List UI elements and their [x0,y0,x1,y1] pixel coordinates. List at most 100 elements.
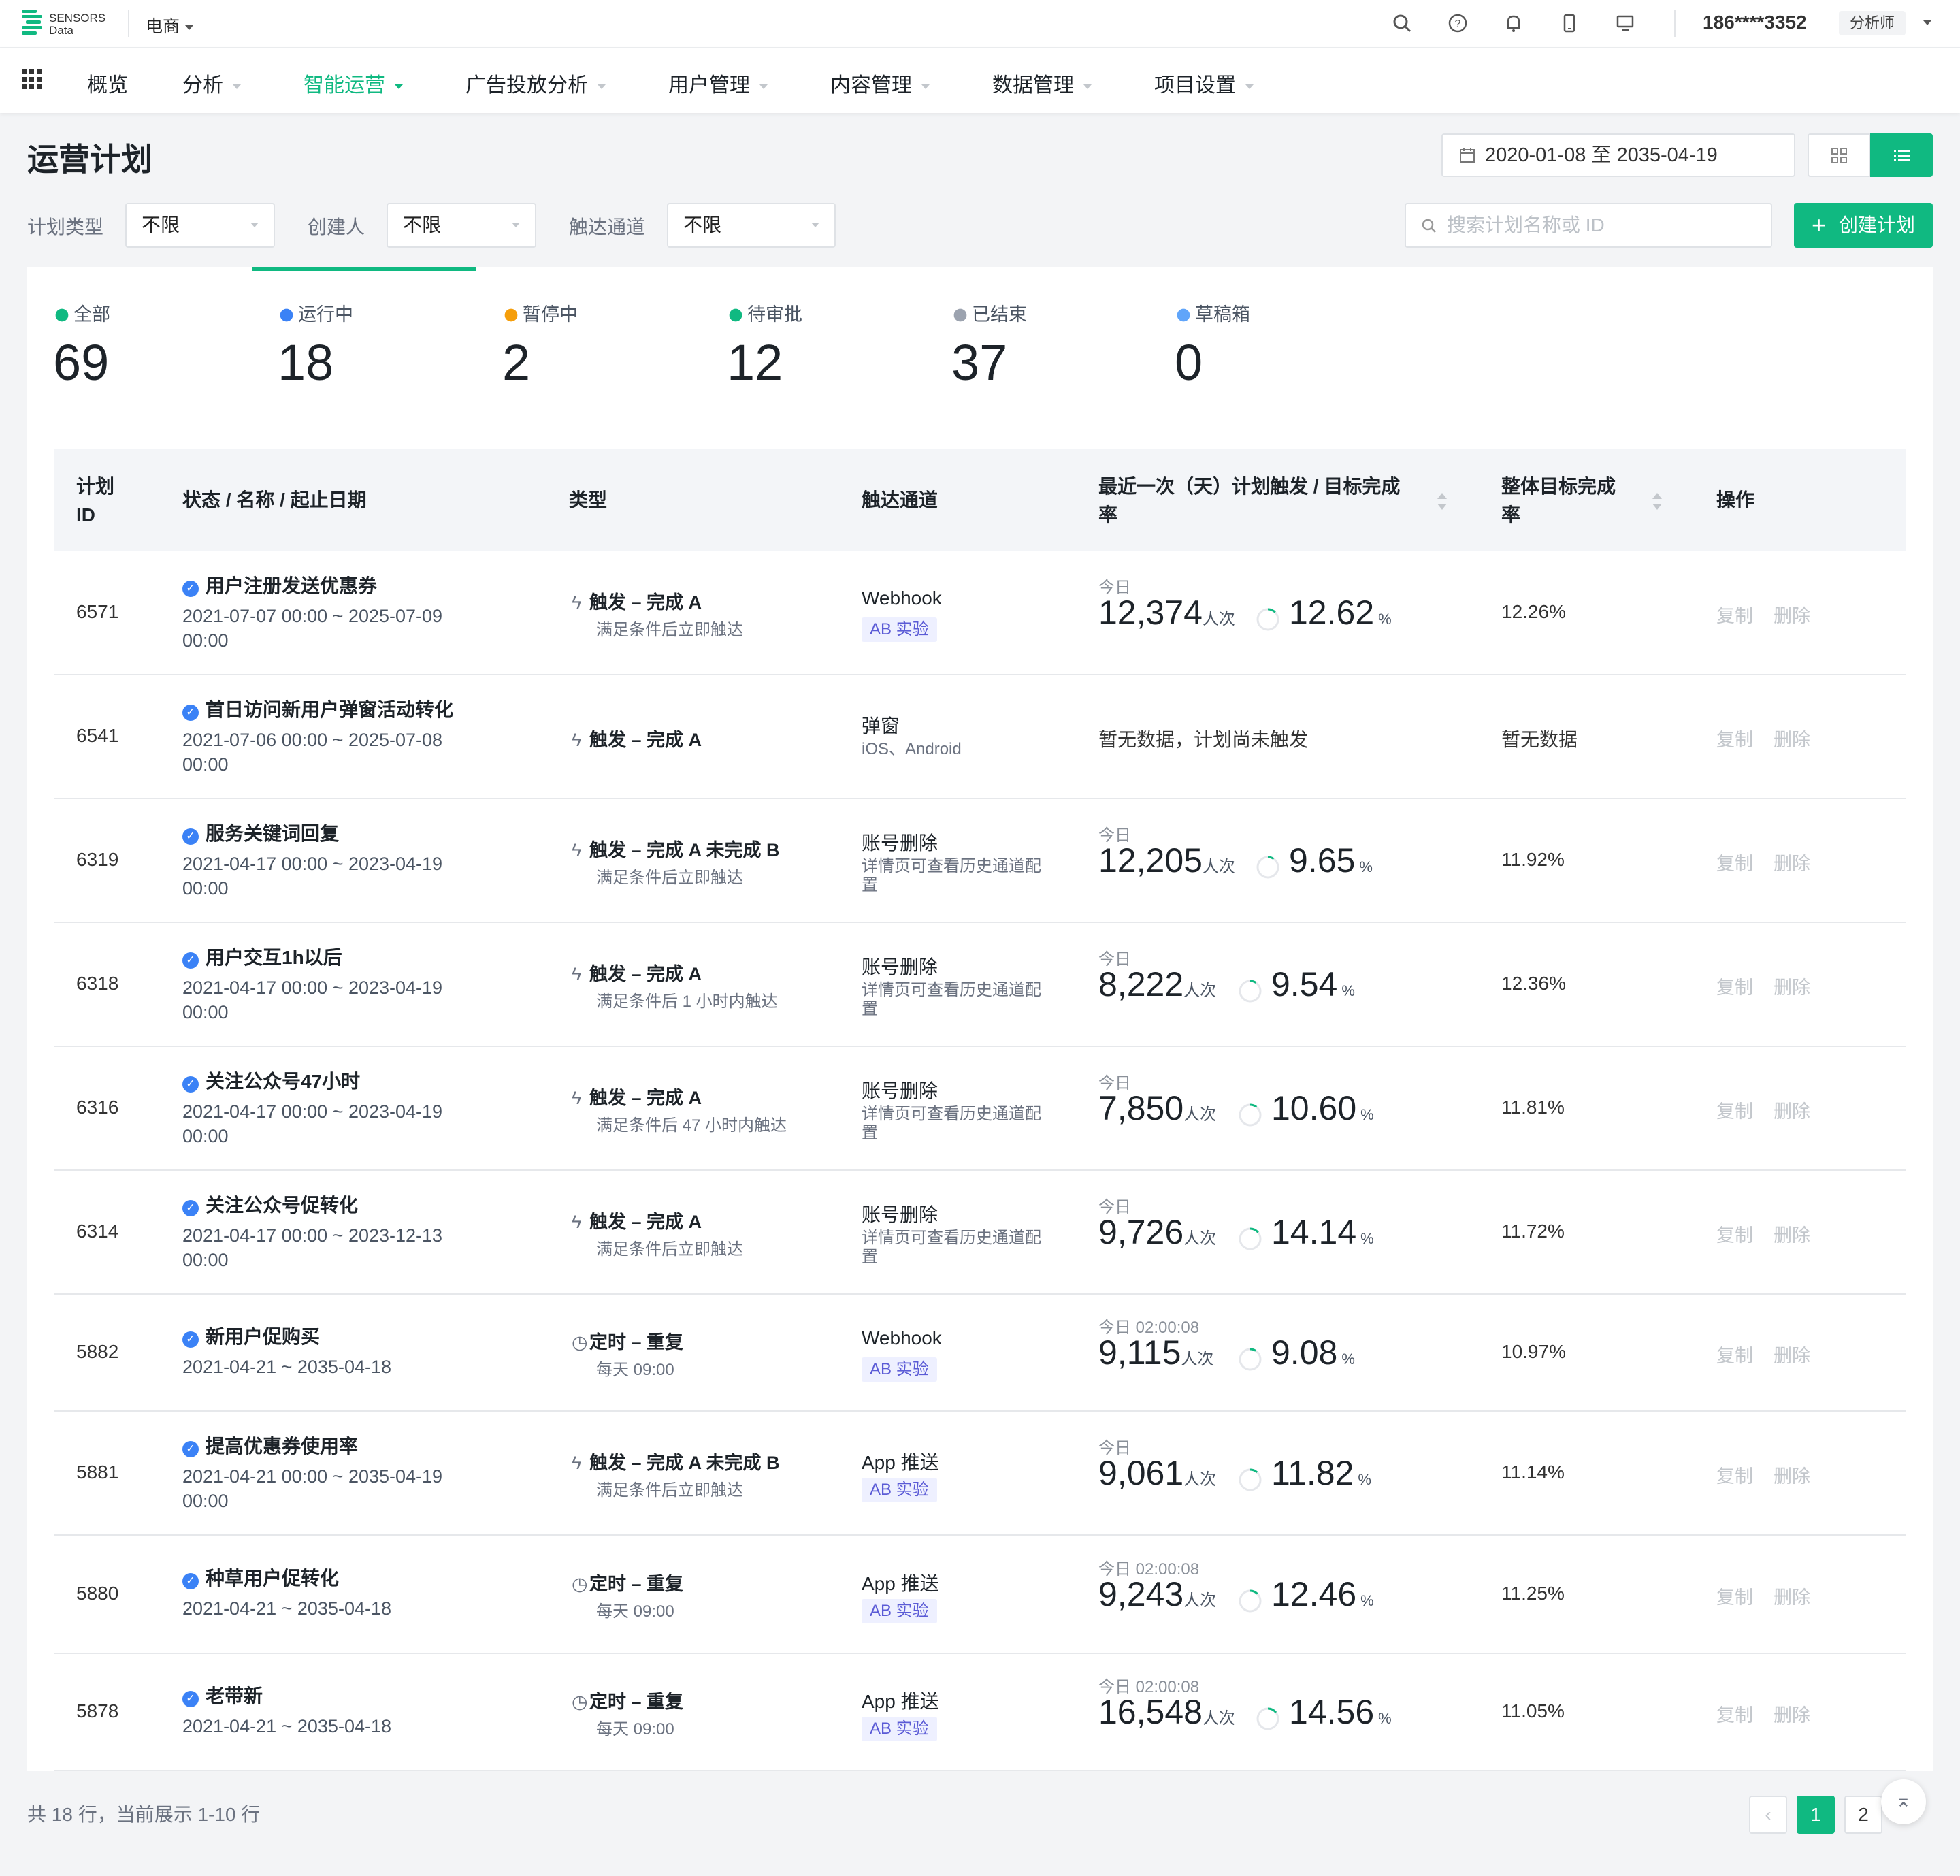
bell-icon[interactable] [1501,11,1526,35]
delete-button[interactable]: 删除 [1774,977,1810,998]
plan-name-link[interactable]: ✓ 提高优惠券使用率 [182,1432,358,1459]
menu-item-5[interactable]: 内容管理 [830,68,930,98]
copy-button[interactable]: 复制 [1716,1225,1753,1246]
help-icon[interactable]: ? [1446,11,1470,35]
copy-button[interactable]: 复制 [1716,1587,1753,1608]
plan-name-link[interactable]: ✓ 关注公众号47小时 [182,1067,360,1094]
menu-item-3[interactable]: 广告投放分析 [466,68,606,98]
menu-item-label: 分析 [182,74,223,97]
plan-id: 6318 [76,973,119,994]
row-actions: 复制 删除 [1716,973,1831,999]
menu-item-label: 概览 [87,74,128,97]
delete-button[interactable]: 删除 [1774,1101,1810,1122]
trigger-count-value: 7,850 [1098,1089,1184,1127]
date-line: 2021-04-21 ~ 2035-04-18 [182,1357,391,1377]
prev-page-button[interactable]: ‹ [1749,1796,1787,1834]
copy-button[interactable]: 复制 [1716,606,1753,626]
date-range-picker[interactable]: 2020-01-08 至 2035-04-19 [1441,133,1795,177]
page-1-button[interactable]: 1 [1797,1796,1835,1834]
search-input[interactable]: 搜索计划名称或 ID [1405,203,1772,248]
trigger-count: 8,222人次 [1098,965,1216,1004]
tab-3[interactable]: 待审批 [728,300,802,326]
tab-2[interactable]: 暂停中 [504,300,578,326]
plan-name-link[interactable]: ✓ 老带新 [182,1681,263,1709]
table-row: 5881 ✓ 提高优惠券使用率 2021-04-21 00:00 ~ 2035-04-… [54,1412,1906,1536]
menu-item-0[interactable]: 概览 [87,68,128,98]
app-grid-icon[interactable] [22,69,42,90]
date-line: 00:00 [182,754,229,775]
channel-select[interactable]: 不限 [667,203,836,248]
delete-button[interactable]: 删除 [1774,1466,1810,1487]
plan-name-link[interactable]: ✓ 首日访问新用户弹窗活动转化 [182,695,453,722]
copy-button[interactable]: 复制 [1716,977,1753,998]
menu-item-6[interactable]: 数据管理 [992,68,1092,98]
percent-unit: % [1378,1710,1392,1727]
back-to-top-button[interactable]: ⌅ [1881,1779,1926,1824]
plan-name-link[interactable]: ✓ 服务关键词回复 [182,819,339,846]
plus-icon: + [1812,211,1827,239]
tab-label: 已结束 [972,304,1027,325]
list-view-button[interactable] [1870,133,1933,177]
plan-id: 6316 [76,1097,119,1118]
tab-0[interactable]: 全部 [54,300,110,326]
plan-name-link[interactable]: ✓ 用户交互1h以后 [182,943,342,970]
delete-button[interactable]: 删除 [1774,1705,1810,1726]
delete-button[interactable]: 删除 [1774,730,1810,750]
goal-completion-value: 12.62 [1289,594,1375,632]
tab-4[interactable]: 已结束 [953,300,1027,326]
menu-item-1[interactable]: 分析 [182,68,241,98]
menu-item-2[interactable]: 智能运营 [304,68,403,98]
channel-desc-line: 详情页可查看历史通道配 [862,1229,1041,1247]
copy-button[interactable]: 复制 [1716,730,1753,750]
menu-item-label: 用户管理 [668,74,750,97]
plan-name-link[interactable]: ✓ 种草用户促转化 [182,1564,339,1591]
creator-select[interactable]: 不限 [387,203,536,248]
trigger-count-value: 9,243 [1098,1575,1184,1613]
row-actions: 复制 删除 [1716,725,1831,751]
sort-overall-icon[interactable] [1652,493,1662,512]
tab-1[interactable]: 运行中 [279,300,353,326]
page-2-button[interactable]: 2 [1844,1796,1882,1834]
monitor-icon[interactable] [1613,11,1637,35]
delete-button[interactable]: 删除 [1774,606,1810,626]
copy-button[interactable]: 复制 [1716,854,1753,874]
tab-5[interactable]: 草稿箱 [1176,300,1250,326]
plan-type-select[interactable]: 不限 [125,203,275,248]
delete-button[interactable]: 删除 [1774,1346,1810,1366]
channel-name: 账号删除 [862,832,938,854]
delete-button[interactable]: 删除 [1774,1587,1810,1608]
plan-name-link[interactable]: ✓ 用户注册发送优惠券 [182,571,377,598]
menu-item-4[interactable]: 用户管理 [668,68,768,98]
plan-name-link[interactable]: ✓ 新用户促购买 [182,1322,320,1349]
user-menu-chevron-icon[interactable] [1923,20,1931,25]
plan-name-link[interactable]: ✓ 关注公众号促转化 [182,1191,358,1218]
date-line: 00:00 [182,1250,229,1270]
plan-type: ϟ 触发 – 完成 A [572,725,702,751]
copy-button[interactable]: 复制 [1716,1466,1753,1487]
trigger-count-unit: 人次 [1202,1709,1235,1728]
copy-button[interactable]: 复制 [1716,1101,1753,1122]
user-account[interactable]: 186****3352 [1703,12,1807,33]
channel-desc-line: 详情页可查看历史通道配 [862,857,1041,875]
copy-button[interactable]: 复制 [1716,1705,1753,1726]
card-view-button[interactable] [1808,133,1870,177]
delete-button[interactable]: 删除 [1774,1225,1810,1246]
bolt-icon: ϟ [572,964,582,984]
plan-type: ◷定时 – 重复 [572,1569,683,1596]
menu-item-7[interactable]: 项目设置 [1154,68,1254,98]
delete-button[interactable]: 删除 [1774,854,1810,874]
plan-date-range: 2021-04-17 00:00 ~ 2023-04-19 00:00 [182,975,495,1024]
copy-button[interactable]: 复制 [1716,1346,1753,1366]
plan-name: 提高优惠券使用率 [206,1436,359,1457]
logo-text: SENSORS Data [49,12,106,37]
project-selector[interactable]: 电商 [146,13,194,37]
create-plan-button[interactable]: + 创建计划 [1794,203,1933,248]
mobile-icon[interactable] [1557,11,1582,35]
sort-recent-icon[interactable] [1437,493,1447,512]
trigger-count-unit: 人次 [1202,610,1235,628]
clipboard-icon [55,308,69,322]
percent-unit: % [1378,611,1392,628]
search-icon[interactable] [1390,11,1414,35]
svg-text:?: ? [1455,18,1461,30]
plan-type-desc: 满足条件后 1 小时内触达 [596,992,778,1011]
